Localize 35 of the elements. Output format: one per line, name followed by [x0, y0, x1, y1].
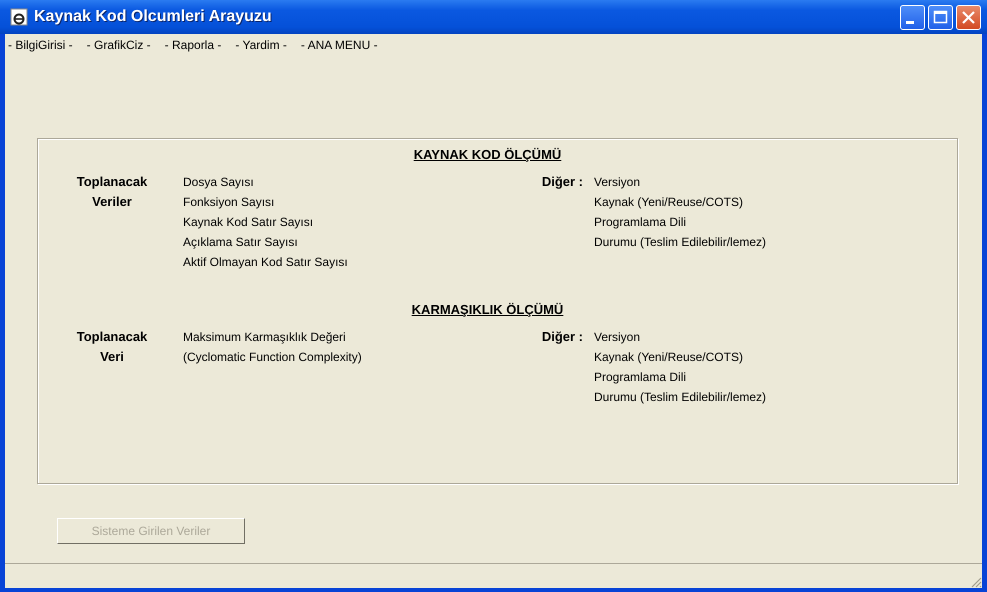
menu-item[interactable]: - GrafikCiz -: [86, 38, 151, 52]
section-heading: KAYNAK KOD ÖLÇÜMÜ: [414, 147, 562, 162]
list-text: Dosya Sayısı: [183, 174, 255, 191]
list-text: Durumu (Teslim Edilebilir/lemez): [594, 234, 766, 251]
list-text: Programlama Dili: [594, 369, 688, 386]
list-text: Programlama Dili: [594, 214, 688, 231]
list-text: Aktif Olmayan Kod Satır Sayısı: [183, 254, 349, 271]
maximize-button[interactable]: [928, 4, 953, 30]
resize-grip-icon: [970, 576, 982, 588]
field-label: Veriler: [92, 193, 132, 211]
field-label: Toplanacak: [76, 173, 148, 191]
list-text: Kaynak (Yeni/Reuse/COTS): [594, 349, 744, 366]
app-icon: [10, 8, 28, 26]
list-text: Fonksiyon Sayısı: [183, 194, 276, 211]
menu-item[interactable]: - ANA MENU -: [300, 38, 378, 52]
list-text: (Cyclomatic Function Complexity): [183, 349, 363, 366]
field-label: Toplanacak: [76, 328, 148, 346]
list-text: Versiyon: [594, 174, 642, 191]
list-text: Kaynak Kod Satır Sayısı: [183, 214, 314, 231]
minimize-icon: [906, 20, 914, 24]
list-text: Kaynak (Yeni/Reuse/COTS): [594, 194, 744, 211]
menu-item[interactable]: - Raporla -: [164, 38, 222, 52]
close-button[interactable]: [956, 4, 981, 30]
minimize-button[interactable]: [900, 4, 925, 30]
menu-item[interactable]: - Yardim -: [235, 38, 287, 52]
field-label: Diğer :: [542, 329, 583, 344]
field-label: Diğer :: [542, 174, 583, 189]
list-text: Durumu (Teslim Edilebilir/lemez): [594, 389, 766, 406]
section-heading: KARMAŞIKLIK ÖLÇÜMÜ: [412, 302, 564, 317]
list-text: Açıklama Satır Sayısı: [183, 234, 299, 251]
menu-item[interactable]: - BilgiGirisi -: [8, 38, 73, 52]
field-label: Veri: [100, 348, 124, 366]
window-title: Kaynak Kod Olcumleri Arayuzu: [34, 8, 273, 26]
list-text: Versiyon: [594, 329, 642, 346]
list-text: Maksimum Karmaşıklık Değeri: [183, 329, 347, 346]
